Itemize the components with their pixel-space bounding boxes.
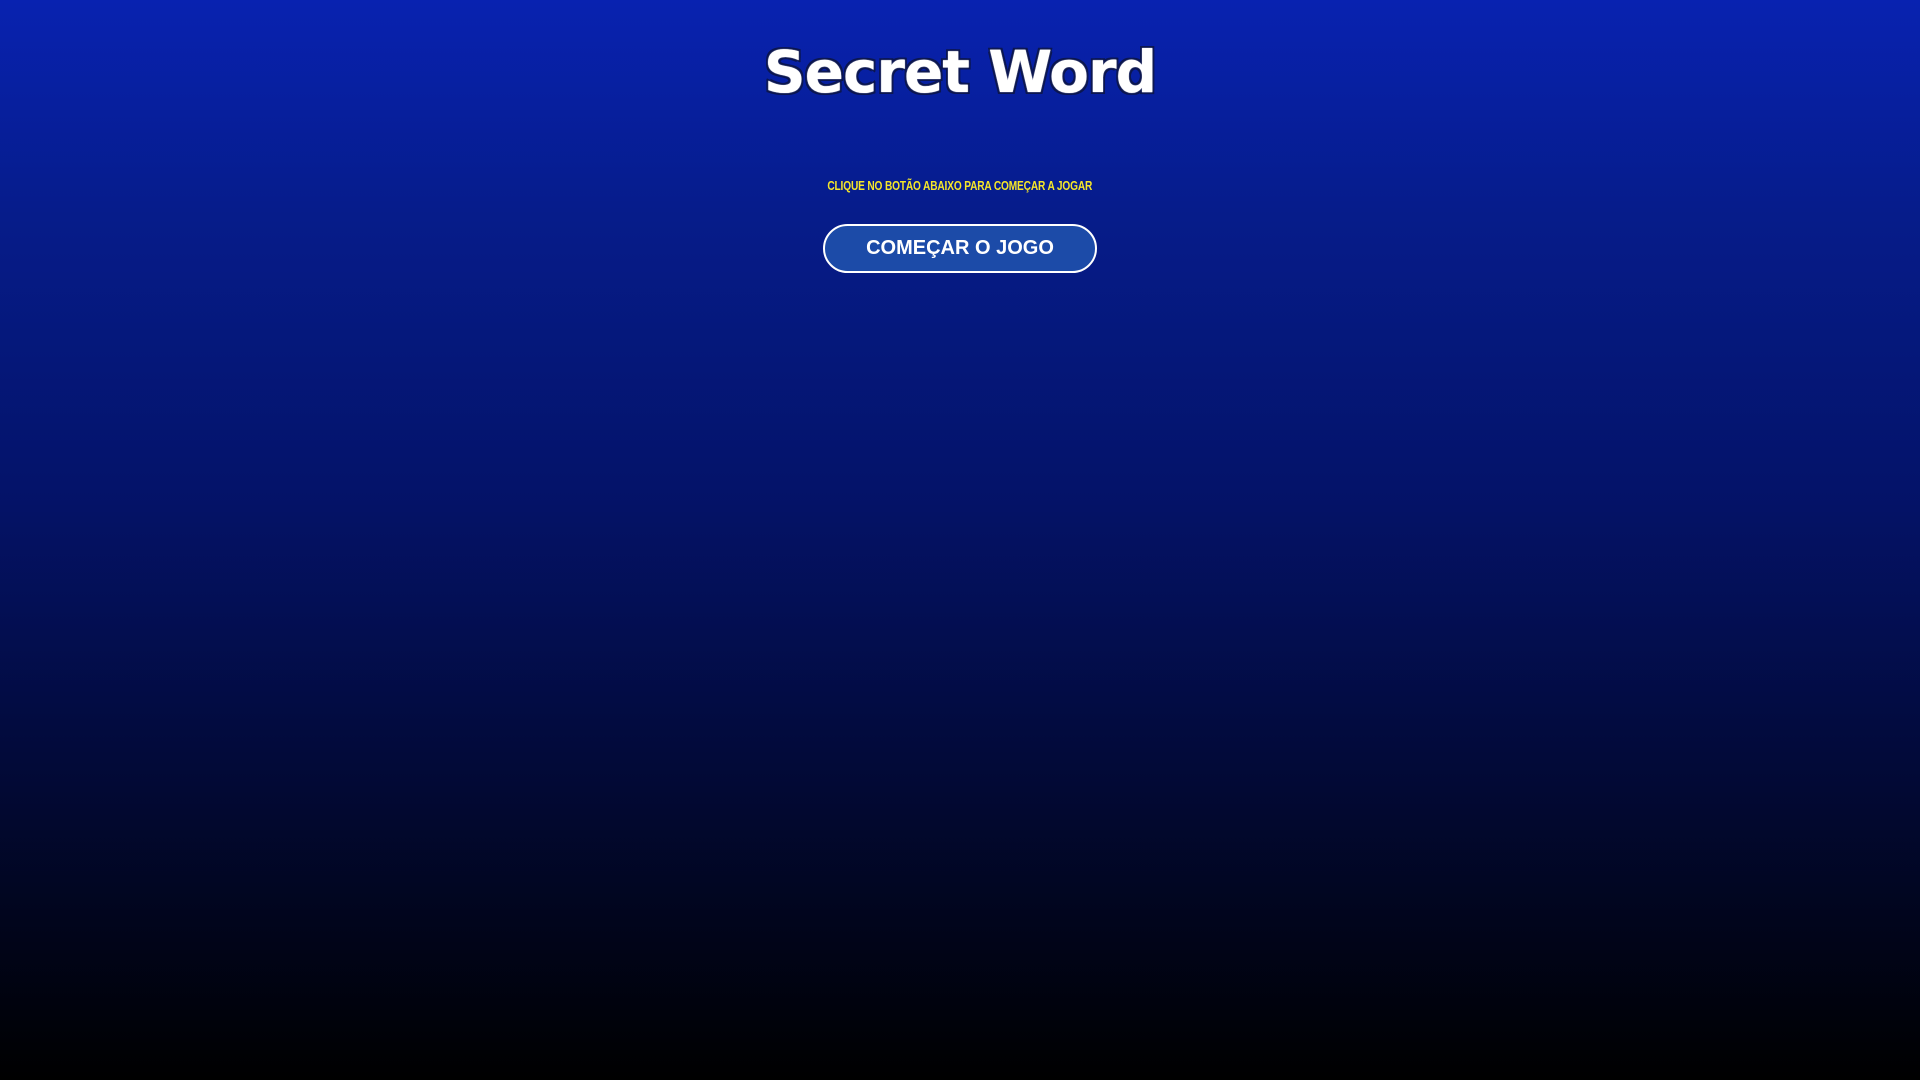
instruction-text: CLIQUE NO BOTÃO ABAIXO PARA COMEÇAR A JO… — [827, 178, 1093, 193]
start-game-button[interactable]: COMEÇAR O JOGO — [823, 224, 1097, 273]
game-title-logo: Secret Word — [762, 38, 1158, 106]
start-panel: Secret Word CLIQUE NO BOTÃO ABAIXO PARA … — [0, 0, 1920, 273]
start-screen: Secret Word CLIQUE NO BOTÃO ABAIXO PARA … — [0, 0, 1920, 1080]
